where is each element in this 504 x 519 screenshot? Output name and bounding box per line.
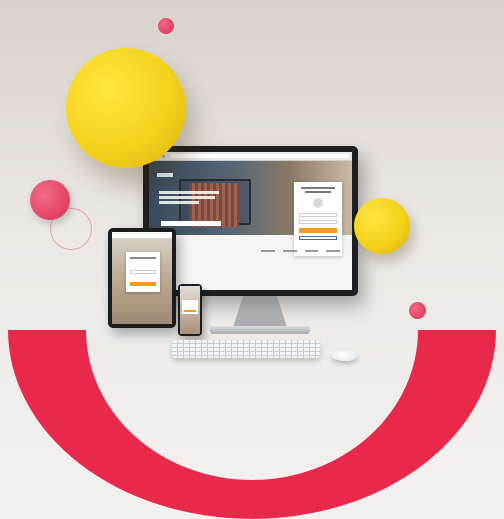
hero-headline — [159, 191, 229, 206]
red-sphere-left — [30, 180, 70, 220]
login-field — [299, 220, 337, 224]
tablet-card-title — [130, 257, 156, 259]
content-text-line — [261, 250, 275, 252]
smartphone-icon — [178, 284, 202, 336]
yellow-sphere-large — [66, 48, 186, 168]
hero-search-bar — [161, 221, 221, 226]
monitor-base — [210, 326, 310, 334]
tablet-header — [112, 232, 172, 238]
keyboard-icon — [172, 340, 320, 358]
mouse-icon — [332, 350, 358, 361]
tablet-login-card — [126, 252, 160, 292]
avatar — [313, 198, 323, 208]
monitor-screen — [149, 152, 352, 290]
login-title-line — [301, 187, 335, 189]
tablet-card-field — [130, 270, 156, 274]
phone-screen — [180, 286, 200, 334]
device-mockup-scene — [0, 0, 504, 519]
address-bar — [171, 154, 349, 158]
content-text-line — [326, 250, 340, 252]
browser-toolbar — [149, 152, 352, 161]
login-title-line — [305, 191, 331, 193]
tablet-icon — [108, 228, 176, 328]
content-text-line — [282, 250, 297, 252]
red-arc-decoration — [8, 330, 496, 519]
content-text-line — [304, 250, 319, 252]
yellow-sphere-right — [354, 198, 410, 254]
content-section — [149, 242, 352, 256]
login-button — [299, 228, 337, 233]
tablet-screen — [112, 232, 172, 324]
phone-button — [184, 310, 196, 312]
login-field — [299, 213, 337, 217]
secondary-button — [299, 236, 337, 240]
site-logo — [157, 173, 173, 177]
small-red-dot-right — [409, 302, 426, 319]
small-red-dot-top — [158, 18, 174, 34]
tablet-card-button — [130, 282, 156, 286]
monitor-stand — [232, 296, 288, 330]
